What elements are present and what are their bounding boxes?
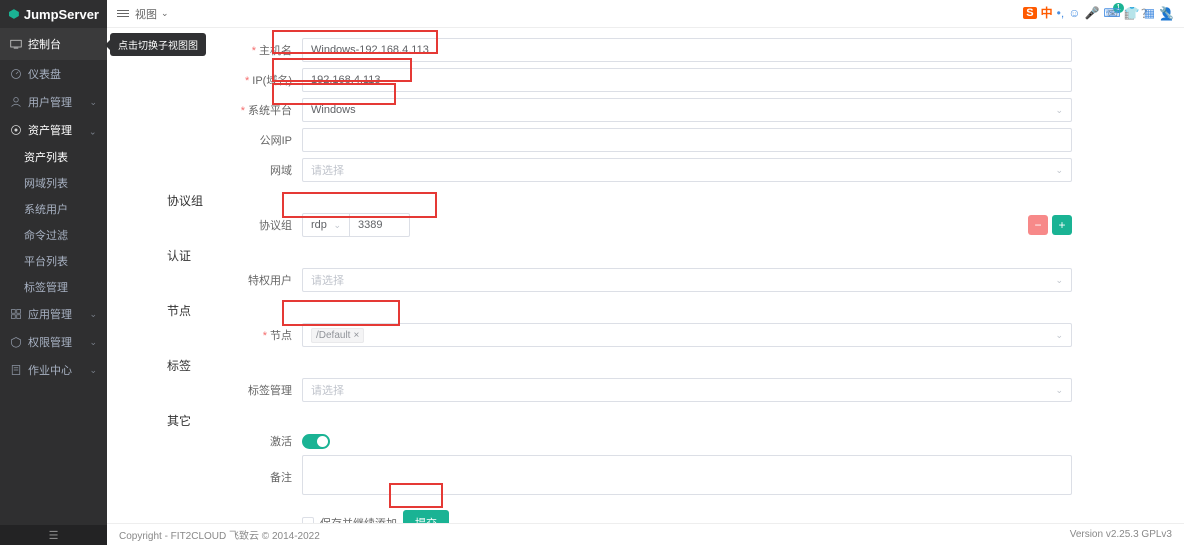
chevron-down-icon: ⌄ [1055, 165, 1063, 176]
sidebar-item-label-mgmt[interactable]: 标签管理 [24, 274, 107, 300]
add-protocol-button[interactable]: + [1052, 215, 1072, 235]
version: Version v2.25.3 GPLv3 [1070, 529, 1172, 540]
platform-select[interactable]: Windows⌄ [302, 98, 1072, 122]
ip-input[interactable] [302, 68, 1072, 92]
public-ip-label: 公网IP [127, 132, 302, 148]
domain-select[interactable]: 请选择⌄ [302, 158, 1072, 182]
nav-console-label: 控制台 [28, 36, 61, 52]
protocol-label: 协议组 [127, 217, 302, 233]
nav-users[interactable]: 用户管理 ⌄ [0, 88, 107, 116]
chevron-down-icon: ⌄ [333, 220, 341, 231]
sidebar-item-system-users[interactable]: 系统用户 [24, 196, 107, 222]
chevron-down-icon: ⌄ [89, 309, 97, 320]
remark-label: 备注 [127, 469, 302, 485]
ime-logo-icon[interactable]: S [1023, 7, 1036, 19]
nav-dashboard-label: 仪表盘 [28, 66, 61, 82]
active-toggle[interactable] [302, 434, 330, 449]
chevron-down-icon: ⌄ [1055, 330, 1063, 341]
chevron-down-icon: ⌄ [89, 365, 97, 376]
view-label: 视图 [135, 6, 157, 22]
nav-jobs-label: 作业中心 [28, 362, 72, 378]
perms-icon [10, 336, 22, 348]
ime-mic-icon[interactable]: 🎤 [1084, 6, 1099, 20]
chevron-down-icon: ⌄ [89, 97, 97, 108]
chevron-up-icon: ⌃ [89, 125, 97, 136]
section-other: 其它 [167, 412, 1164, 429]
chevron-down-icon: ⌄ [1055, 275, 1063, 286]
ime-lang-button[interactable]: 中 [1041, 4, 1053, 21]
app-name: JumpServer [24, 7, 99, 22]
chevron-down-icon: ⌄ [161, 8, 169, 19]
nav-assets[interactable]: 资产管理 ⌃ [0, 116, 107, 144]
public-ip-input[interactable] [302, 128, 1072, 152]
node-label: *节点 [127, 327, 302, 343]
section-protocol: 协议组 [167, 192, 1164, 209]
logo: JumpServer [0, 0, 107, 28]
sidebar-item-asset-list[interactable]: 资产列表 [24, 144, 107, 170]
jobs-icon [10, 364, 22, 376]
sidebar-item-cmd-filter[interactable]: 命令过滤 [24, 222, 107, 248]
ime-smiley-icon[interactable]: ☺ [1068, 6, 1080, 20]
protocol-port-input[interactable] [350, 213, 410, 237]
main: 视图 ⌄ ✉1 ▦ ？ 👤 *主机名 *IP(域名) *系 [107, 0, 1184, 545]
collapse-icon: ☰ [49, 529, 59, 542]
ip-label: *IP(域名) [127, 72, 302, 88]
close-icon[interactable]: × [353, 330, 359, 341]
section-label: 标签 [167, 357, 1164, 374]
nav-perms[interactable]: 权限管理 ⌄ [0, 328, 107, 356]
chevron-down-icon: ⌄ [1055, 105, 1063, 116]
ime-punct-icon[interactable]: •, [1057, 6, 1065, 20]
nav-assets-submenu: 资产列表 网域列表 系统用户 命令过滤 平台列表 标签管理 [0, 144, 107, 300]
sidebar-item-domain-list[interactable]: 网域列表 [24, 170, 107, 196]
submit-button[interactable]: 提交 [403, 510, 449, 523]
node-select[interactable]: /Default× ⌄ [302, 323, 1072, 347]
platform-label: *系统平台 [127, 102, 302, 118]
nav-apps-label: 应用管理 [28, 306, 72, 322]
footer: Copyright - FIT2CLOUD 飞致云 © 2014-2022 Ve… [107, 523, 1184, 545]
sidebar-collapse-toggle[interactable]: ☰ [0, 525, 107, 545]
nav-perms-label: 权限管理 [28, 334, 72, 350]
chevron-down-icon: ⌄ [1055, 385, 1063, 396]
save-continue-label: 保存并继续添加 [320, 515, 397, 523]
copyright: Copyright - FIT2CLOUD 飞致云 © 2014-2022 [119, 527, 320, 542]
logo-icon [8, 6, 20, 22]
domain-label: 网域 [127, 162, 302, 178]
chevron-down-icon: ⌄ [89, 337, 97, 348]
sidebar: JumpServer 控制台 仪表盘 用户管理 ⌄ 资产管理 ⌃ 资产 [0, 0, 107, 545]
remark-textarea[interactable] [302, 455, 1072, 495]
section-node: 节点 [167, 302, 1164, 319]
node-tag: /Default× [311, 328, 364, 343]
sidebar-item-platform-list[interactable]: 平台列表 [24, 248, 107, 274]
section-auth: 认证 [167, 247, 1164, 264]
protocol-name-select[interactable]: rdp⌄ [302, 213, 350, 237]
nav-assets-label: 资产管理 [28, 122, 72, 138]
privileged-select[interactable]: 请选择⌄ [302, 268, 1072, 292]
assets-icon [10, 124, 22, 136]
nav: 控制台 仪表盘 用户管理 ⌄ 资产管理 ⌃ 资产列表 网域列表 系统用户 命令过… [0, 28, 107, 525]
nav-apps[interactable]: 应用管理 ⌄ [0, 300, 107, 328]
nav-console[interactable]: 控制台 [0, 28, 107, 60]
console-icon [10, 38, 22, 50]
ime-keyboard-icon[interactable]: ⌨ [1103, 6, 1120, 20]
privileged-label: 特权用户 [127, 272, 302, 288]
nav-dashboard[interactable]: 仪表盘 [0, 60, 107, 88]
apps-icon [10, 308, 22, 320]
label-select[interactable]: 请选择⌄ [302, 378, 1072, 402]
tooltip: 点击切换子视图图 [110, 33, 206, 56]
ime-tool-icon[interactable]: 🔧 [1159, 6, 1174, 20]
nav-jobs[interactable]: 作业中心 ⌄ [0, 356, 107, 384]
remove-protocol-button[interactable]: − [1028, 215, 1048, 235]
ime-skin-icon[interactable]: 👕 [1125, 6, 1140, 20]
ime-toolbar: S 中 •, ☺ 🎤 ⌨ 👕 ▦ 🔧 [1023, 4, 1174, 21]
nav-users-label: 用户管理 [28, 94, 72, 110]
form-content: *主机名 *IP(域名) *系统平台 Windows⌄ 公网IP 网域 请选择⌄ [107, 28, 1184, 523]
ime-grid-icon[interactable]: ▦ [1144, 6, 1155, 20]
active-label: 激活 [127, 433, 302, 449]
menu-icon [117, 10, 129, 17]
label-mgmt-label: 标签管理 [127, 382, 302, 398]
hostname-input[interactable] [302, 38, 1072, 62]
view-switcher[interactable]: 视图 ⌄ [117, 6, 169, 22]
users-icon [10, 96, 22, 108]
dashboard-icon [10, 68, 22, 80]
